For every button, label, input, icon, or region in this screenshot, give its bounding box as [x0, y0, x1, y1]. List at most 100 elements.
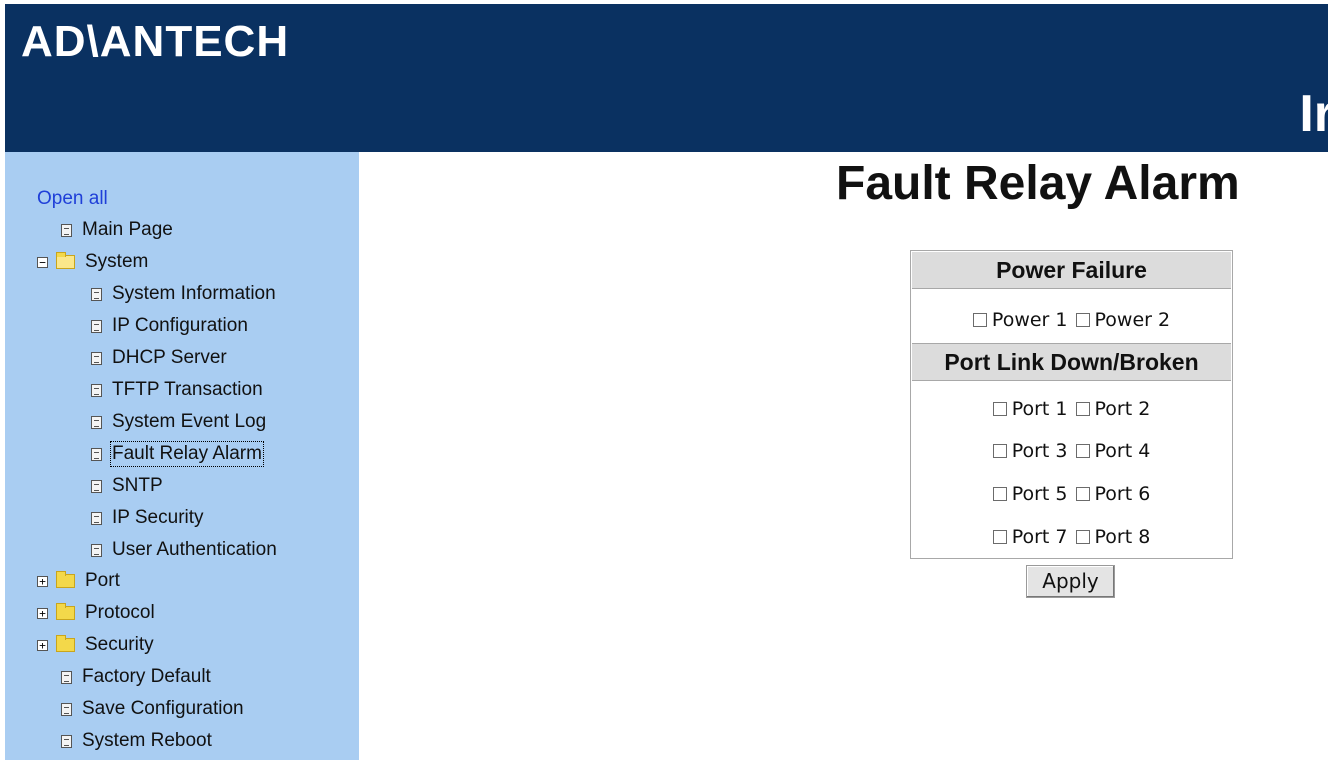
checkbox-label: Port 2 [1094, 398, 1151, 420]
sidebar-item-port[interactable]: + Port [37, 568, 120, 594]
sidebar-item-label: Port [85, 570, 120, 591]
page-icon [61, 702, 72, 716]
checkbox-label: Power 2 [1094, 309, 1171, 331]
page-icon [91, 479, 102, 493]
sidebar-item-label: Fault Relay Alarm [110, 441, 264, 467]
page-icon [91, 511, 102, 525]
port-1-checkbox[interactable]: Port 1 [992, 398, 1068, 420]
page-title: Fault Relay Alarm [836, 157, 1240, 210]
sidebar-item-user-authentication[interactable]: User Authentication [91, 537, 277, 563]
sidebar-item-main-page[interactable]: Main Page [61, 217, 173, 243]
port-row: Port 1 Port 2 [911, 394, 1232, 424]
page-icon [91, 287, 102, 301]
sidebar-item-system-information[interactable]: System Information [91, 281, 276, 307]
sidebar-item-fault-relay-alarm[interactable]: Fault Relay Alarm [91, 441, 264, 467]
sidebar-item-save-configuration[interactable]: Save Configuration [61, 696, 244, 722]
sidebar-item-protocol[interactable]: + Protocol [37, 600, 155, 626]
checkbox-label: Port 7 [1011, 526, 1068, 548]
checkbox-box[interactable] [992, 402, 1007, 416]
port-6-checkbox[interactable]: Port 6 [1075, 483, 1151, 505]
power-row: Power 1 Power 2 [911, 305, 1232, 335]
page-icon [91, 351, 102, 365]
header-title-fragment: Ir [1299, 85, 1328, 143]
port-link-header: Port Link Down/Broken [912, 343, 1231, 381]
port-8-checkbox[interactable]: Port 8 [1075, 526, 1151, 548]
sidebar-item-label: System [85, 251, 149, 272]
expand-toggle-icon[interactable]: + [37, 575, 48, 587]
sidebar-item-security[interactable]: + Security [37, 632, 154, 658]
page-icon [61, 670, 72, 684]
page-icon [91, 383, 102, 397]
checkbox-label: Port 6 [1094, 483, 1151, 505]
sidebar-item-factory-default[interactable]: Factory Default [61, 664, 211, 690]
power-1-checkbox[interactable]: Power 1 [972, 309, 1068, 331]
port-4-checkbox[interactable]: Port 4 [1075, 440, 1151, 462]
folder-icon [56, 635, 75, 652]
power-2-checkbox[interactable]: Power 2 [1075, 309, 1171, 331]
sidebar-item-sntp[interactable]: SNTP [91, 473, 163, 499]
folder-icon [56, 603, 75, 620]
page-icon [91, 415, 102, 429]
checkbox-box[interactable] [1075, 487, 1090, 501]
sidebar-item-label: Protocol [85, 602, 155, 623]
folder-open-icon [56, 252, 75, 269]
sidebar-item-system-reboot[interactable]: System Reboot [61, 728, 212, 754]
checkbox-box[interactable] [992, 444, 1007, 458]
checkbox-box[interactable] [1075, 402, 1090, 416]
checkbox-label: Port 1 [1011, 398, 1068, 420]
sidebar-item-label: IP Configuration [112, 315, 248, 336]
checkbox-box[interactable] [992, 487, 1007, 501]
port-7-checkbox[interactable]: Port 7 [992, 526, 1068, 548]
sidebar-item-label: Save Configuration [82, 698, 244, 719]
apply-button[interactable]: Apply [1026, 565, 1115, 598]
checkbox-box[interactable] [972, 313, 987, 327]
sidebar-item-ip-configuration[interactable]: IP Configuration [91, 313, 248, 339]
page-icon [91, 319, 102, 333]
sidebar-item-label: SNTP [112, 475, 163, 496]
sidebar-item-ip-security[interactable]: IP Security [91, 505, 204, 531]
sidebar-item-label: Main Page [82, 219, 173, 240]
checkbox-label: Port 8 [1094, 526, 1151, 548]
sidebar-item-system[interactable]: − System [37, 249, 148, 275]
sidebar-item-tftp-transaction[interactable]: TFTP Transaction [91, 377, 263, 403]
sidebar-item-label: IP Security [112, 507, 204, 528]
checkbox-box[interactable] [1075, 313, 1090, 327]
sidebar-item-label: DHCP Server [112, 347, 227, 368]
power-failure-header: Power Failure [912, 252, 1231, 289]
header-banner: AD\ANTECH Ir [5, 4, 1328, 152]
sidebar-item-label: User Authentication [112, 539, 277, 560]
collapse-toggle-icon[interactable]: − [37, 256, 48, 268]
folder-icon [56, 571, 75, 588]
checkbox-label: Port 4 [1094, 440, 1151, 462]
port-3-checkbox[interactable]: Port 3 [992, 440, 1068, 462]
page-icon [91, 543, 102, 557]
checkbox-label: Power 1 [991, 309, 1068, 331]
open-all-link[interactable]: Open all [37, 188, 108, 210]
fault-alarm-table: Power Failure Power 1 Power 2 Port Link … [910, 250, 1233, 559]
port-row: Port 7 Port 8 [911, 522, 1232, 552]
checkbox-label: Port 5 [1011, 483, 1068, 505]
page-icon [91, 447, 102, 461]
sidebar-nav: Open all Main Page − System System Infor… [5, 152, 359, 760]
sidebar-item-label: System Reboot [82, 730, 212, 751]
checkbox-box[interactable] [1075, 444, 1090, 458]
port-row: Port 5 Port 6 [911, 479, 1232, 509]
port-2-checkbox[interactable]: Port 2 [1075, 398, 1151, 420]
sidebar-item-system-event-log[interactable]: System Event Log [91, 409, 266, 435]
sidebar-item-label: System Information [112, 283, 276, 304]
checkbox-box[interactable] [1075, 530, 1090, 544]
port-row: Port 3 Port 4 [911, 436, 1232, 466]
page-icon [61, 734, 72, 748]
advantech-logo: AD\ANTECH [21, 17, 290, 66]
sidebar-item-label: Factory Default [82, 666, 211, 687]
expand-toggle-icon[interactable]: + [37, 639, 48, 651]
sidebar-item-dhcp-server[interactable]: DHCP Server [91, 345, 227, 371]
checkbox-label: Port 3 [1011, 440, 1068, 462]
checkbox-box[interactable] [992, 530, 1007, 544]
expand-toggle-icon[interactable]: + [37, 607, 48, 619]
sidebar-item-label: System Event Log [112, 411, 267, 432]
port-5-checkbox[interactable]: Port 5 [992, 483, 1068, 505]
sidebar-item-label: Security [85, 634, 154, 655]
page-icon [61, 223, 72, 237]
sidebar-item-label: TFTP Transaction [112, 379, 263, 400]
